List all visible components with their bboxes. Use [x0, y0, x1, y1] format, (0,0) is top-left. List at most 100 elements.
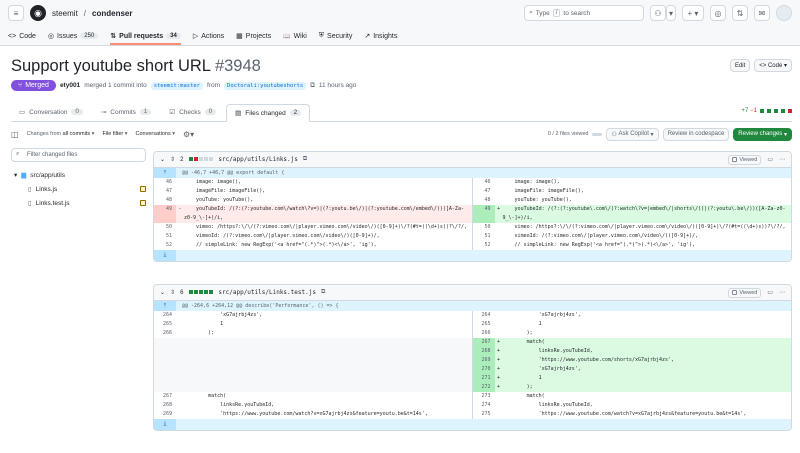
- expand-down-icon[interactable]: ⤓: [154, 250, 176, 261]
- file-path[interactable]: src/app/utils/Links.test.js: [218, 289, 316, 296]
- line-number[interactable]: 270: [472, 365, 495, 374]
- line-number[interactable]: [154, 356, 176, 365]
- line-number[interactable]: [154, 338, 176, 347]
- line-number[interactable]: 268: [472, 347, 495, 356]
- pull-requests-icon[interactable]: ⇅: [732, 5, 748, 21]
- line-number[interactable]: 49: [154, 205, 176, 223]
- line-number[interactable]: 267: [154, 392, 176, 401]
- expand-down-icon[interactable]: ⤓: [154, 419, 176, 430]
- line-number[interactable]: 272: [472, 383, 495, 392]
- line-number[interactable]: 273: [473, 392, 495, 401]
- tab-files-changed[interactable]: ▤ Files changed 2: [226, 104, 311, 122]
- repo-tab-projects[interactable]: ▦ Projects: [236, 32, 271, 45]
- changes-from-dropdown[interactable]: Changes from all commits ▾: [27, 131, 95, 137]
- search-input[interactable]: ⌕ Type / to search: [524, 5, 644, 21]
- repo-tab-issues[interactable]: ◎ Issues 250: [48, 32, 99, 45]
- copilot-icon[interactable]: ⚇: [650, 5, 666, 21]
- line-number[interactable]: 50: [154, 223, 176, 232]
- comment-icon[interactable]: ▭: [767, 156, 773, 163]
- conversations-dropdown[interactable]: Conversations ▾: [136, 131, 175, 137]
- line-number[interactable]: 271: [472, 374, 495, 383]
- added-line: 267 + match(: [472, 338, 791, 347]
- avatar[interactable]: [776, 5, 792, 21]
- line-number[interactable]: 266: [154, 329, 176, 338]
- comment-icon[interactable]: ▭: [767, 289, 773, 296]
- line-number[interactable]: [154, 365, 176, 374]
- line-number[interactable]: 51: [154, 232, 176, 241]
- viewed-checkbox[interactable]: Viewed: [728, 287, 762, 298]
- base-branch[interactable]: steemit:master: [150, 81, 204, 90]
- line-number[interactable]: 52: [154, 241, 176, 250]
- line-number[interactable]: 265: [473, 320, 495, 329]
- hamburger-menu-icon[interactable]: ≡: [8, 5, 24, 21]
- expand-up-icon[interactable]: ⤒: [154, 301, 176, 311]
- expand-all-icon[interactable]: ⇕: [170, 156, 175, 163]
- line-number[interactable]: 47: [473, 187, 495, 196]
- expand-up-icon[interactable]: ⤒: [154, 168, 176, 178]
- author-link[interactable]: ety001: [60, 82, 80, 89]
- line-number[interactable]: [154, 383, 176, 392]
- code-text: 'https://www.youtube.com/watch?v=xG7ajrb…: [184, 411, 428, 417]
- edit-button[interactable]: Edit: [729, 59, 751, 72]
- filter-changed-files-input[interactable]: ⌕ Filter changed files: [11, 148, 146, 162]
- collapse-chevron-icon[interactable]: ⌄: [160, 289, 165, 296]
- copy-icon[interactable]: ⧉: [310, 82, 315, 90]
- line-number[interactable]: 265: [154, 320, 176, 329]
- collapse-chevron-icon[interactable]: ⌄: [160, 156, 165, 163]
- breadcrumb-repo[interactable]: condenser: [92, 9, 132, 18]
- repo-tab-wiki[interactable]: 📖 Wiki: [283, 33, 307, 45]
- line-number[interactable]: 48: [473, 196, 495, 205]
- line-number[interactable]: 46: [154, 178, 176, 187]
- kebab-menu-icon[interactable]: ⋯: [779, 289, 785, 296]
- copilot-dropdown-icon[interactable]: ▾: [666, 5, 676, 21]
- repo-tab-actions[interactable]: ▷ Actions: [193, 32, 224, 45]
- breadcrumb-owner[interactable]: steemit: [52, 9, 78, 18]
- line-number[interactable]: 264: [154, 311, 176, 320]
- head-branch[interactable]: Doctorali:youtubeshorts: [224, 81, 307, 90]
- line-number[interactable]: 264: [473, 311, 495, 320]
- copy-icon[interactable]: ⧉: [303, 156, 307, 163]
- tree-folder[interactable]: ▾ ▆ src/app/utils: [14, 168, 146, 182]
- review-in-codespace-button[interactable]: Review in codespace: [662, 127, 730, 141]
- repo-tab-insights[interactable]: ↗ Insights: [364, 32, 397, 45]
- tree-file[interactable]: ▯ Links.test.js: [14, 196, 146, 210]
- line-number[interactable]: 268: [154, 401, 176, 410]
- line-number[interactable]: 267: [472, 338, 495, 347]
- gear-icon[interactable]: ⚙▾: [183, 130, 194, 139]
- repo-tab-pull-requests[interactable]: ⇅ Pull requests 34: [110, 32, 181, 45]
- tab-commits[interactable]: ⊸ Commits 1: [93, 108, 159, 121]
- line-number[interactable]: 274: [473, 401, 495, 410]
- line-number[interactable]: 52: [473, 241, 495, 250]
- github-logo-icon[interactable]: ◉: [30, 5, 46, 21]
- line-number[interactable]: 48: [154, 196, 176, 205]
- notifications-icon[interactable]: ✉: [754, 5, 770, 21]
- repo-tab-security[interactable]: ⛨ Security: [319, 32, 353, 45]
- review-changes-button[interactable]: Review changes ▾: [733, 127, 792, 141]
- line-number[interactable]: 275: [473, 410, 495, 419]
- line-number[interactable]: 49: [472, 205, 495, 223]
- line-number[interactable]: 266: [473, 329, 495, 338]
- code-button[interactable]: <> Code ▾: [754, 59, 792, 72]
- line-number[interactable]: [154, 347, 176, 356]
- kebab-menu-icon[interactable]: ⋯: [779, 156, 785, 163]
- issues-icon[interactable]: ◎: [710, 5, 726, 21]
- toggle-file-tree-icon[interactable]: ◫: [11, 130, 19, 139]
- line-number[interactable]: 51: [473, 232, 495, 241]
- tree-file[interactable]: ▯ Links.js: [14, 182, 146, 196]
- tab-checks[interactable]: ☑ Checks 0: [161, 108, 224, 121]
- line-number[interactable]: 269: [472, 356, 495, 365]
- file-path[interactable]: src/app/utils/Links.js: [218, 156, 297, 163]
- line-number[interactable]: 269: [154, 410, 176, 419]
- repo-tab-code[interactable]: <> Code: [8, 33, 36, 45]
- line-number[interactable]: 47: [154, 187, 176, 196]
- line-number[interactable]: 46: [473, 178, 495, 187]
- copy-icon[interactable]: ⧉: [321, 289, 325, 296]
- line-number[interactable]: 50: [473, 223, 495, 232]
- expand-all-icon[interactable]: ⇕: [170, 289, 175, 296]
- create-new-icon[interactable]: + ▾: [682, 5, 704, 21]
- file-filter-dropdown[interactable]: File filter ▾: [102, 131, 127, 137]
- line-number[interactable]: [154, 374, 176, 383]
- tab-conversation[interactable]: ▭ Conversation 0: [11, 108, 91, 121]
- viewed-checkbox[interactable]: Viewed: [728, 154, 762, 165]
- ask-copilot-button[interactable]: ⚇ Ask Copilot ▾: [606, 127, 659, 141]
